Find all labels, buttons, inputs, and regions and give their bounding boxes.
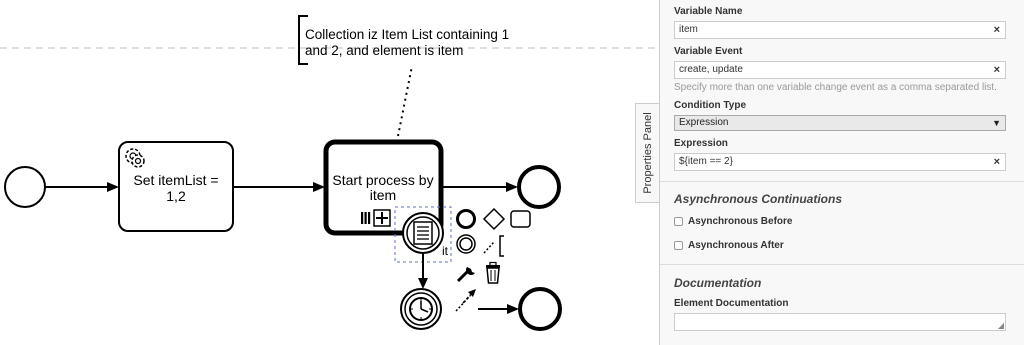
service-task[interactable]: Set itemList = 1,2 <box>118 141 234 232</box>
diagram-canvas[interactable]: Collection iz Item List containing 1 and… <box>0 0 660 345</box>
variable-name-group: Variable Name item × <box>660 0 1024 39</box>
variable-event-input[interactable]: create, update × <box>674 61 1006 79</box>
flow-arrowhead <box>418 278 428 289</box>
multi-instance-parallel-icon <box>361 212 371 224</box>
append-intermediate-event-icon[interactable] <box>456 234 476 254</box>
async-before-row[interactable]: Asynchronous Before <box>674 216 1010 227</box>
append-task-icon[interactable] <box>510 210 531 228</box>
call-activity-line-2: item <box>370 187 396 203</box>
clear-variable-event-button[interactable]: × <box>994 62 1000 78</box>
text-annotation[interactable]: Collection iz Item List containing 1 and… <box>298 15 509 65</box>
call-activity-line-1: Start process by <box>332 172 433 188</box>
annotation-line-1: Collection iz Item List containing 1 <box>305 27 509 42</box>
variable-event-hint: Specify more than one variable change ev… <box>674 82 997 93</box>
variable-name-label: Variable Name <box>674 6 743 17</box>
clear-variable-name-button[interactable]: × <box>994 22 1000 38</box>
resize-handle-icon[interactable]: ◢ <box>998 321 1004 330</box>
expression-label: Expression <box>674 138 728 149</box>
condition-type-label: Condition Type <box>674 100 747 111</box>
document-list-icon <box>413 221 433 245</box>
annotation-association <box>397 65 413 137</box>
condition-type-group: Condition Type Expression ▼ <box>660 93 1024 131</box>
documentation-section: Documentation Element Documentation ◢ <box>660 265 1024 331</box>
async-after-label: Asynchronous After <box>688 240 784 251</box>
properties-panel-toggle[interactable]: Properties Panel <box>635 103 659 203</box>
async-after-row[interactable]: Asynchronous After <box>674 240 1010 264</box>
timer-event[interactable] <box>400 288 442 330</box>
variable-name-value: item <box>679 24 698 35</box>
flow-arrowhead <box>507 304 519 314</box>
conditional-boundary-event[interactable] <box>402 212 444 254</box>
variable-event-label: Variable Event <box>674 46 743 57</box>
boundary-event-label: it <box>442 244 449 258</box>
async-section: Asynchronous Continuations Asynchronous … <box>660 182 1024 264</box>
connect-tool-icon[interactable] <box>455 289 476 312</box>
variable-name-input[interactable]: item × <box>674 21 1006 39</box>
variable-event-value: create, update <box>679 64 743 75</box>
end-event[interactable] <box>518 287 562 331</box>
start-event[interactable] <box>4 166 46 208</box>
condition-type-select[interactable]: Expression ▼ <box>674 115 1006 131</box>
async-section-title: Asynchronous Continuations <box>674 192 842 206</box>
documentation-section-title: Documentation <box>674 276 762 290</box>
expression-input[interactable]: ${item == 2} × <box>674 153 1006 171</box>
service-task-line-2: 1,2 <box>166 188 186 204</box>
properties-panel-tab-label: Properties Panel <box>641 112 654 194</box>
element-documentation-label: Element Documentation <box>674 298 789 309</box>
element-documentation-textarea[interactable]: ◢ <box>674 313 1006 331</box>
collapsed-subprocess-plus-icon <box>373 209 391 227</box>
variable-event-group: Variable Event create, update × Specify … <box>660 39 1024 93</box>
async-before-checkbox[interactable] <box>674 217 683 226</box>
trash-icon[interactable] <box>486 261 500 284</box>
expression-value: ${item == 2} <box>679 156 733 167</box>
append-gateway-icon[interactable] <box>482 207 506 231</box>
clear-expression-button[interactable]: × <box>994 154 1000 170</box>
dropdown-arrow-icon: ▼ <box>992 118 1001 128</box>
append-end-event-icon[interactable] <box>456 209 476 229</box>
annotation-line-2: and 2, and element is item <box>305 43 463 58</box>
properties-panel: Variable Name item × Variable Event crea… <box>659 0 1024 345</box>
condition-type-selected: Expression <box>679 117 729 128</box>
flow-arrowhead <box>107 182 119 192</box>
service-task-line-1: Set itemList = <box>133 172 218 188</box>
async-after-checkbox[interactable] <box>674 241 683 250</box>
flow-arrowhead <box>313 182 325 192</box>
text-annotation-tool-icon[interactable] <box>483 235 504 257</box>
wrench-icon[interactable] <box>456 267 475 283</box>
end-event[interactable] <box>517 165 561 209</box>
expression-group: Expression ${item == 2} × <box>660 131 1024 181</box>
async-before-label: Asynchronous Before <box>688 216 793 227</box>
flow-arrowhead <box>506 182 518 192</box>
context-pad <box>456 207 531 284</box>
clock-icon <box>409 297 433 321</box>
bpmn-diagram: Collection iz Item List containing 1 and… <box>0 15 660 331</box>
